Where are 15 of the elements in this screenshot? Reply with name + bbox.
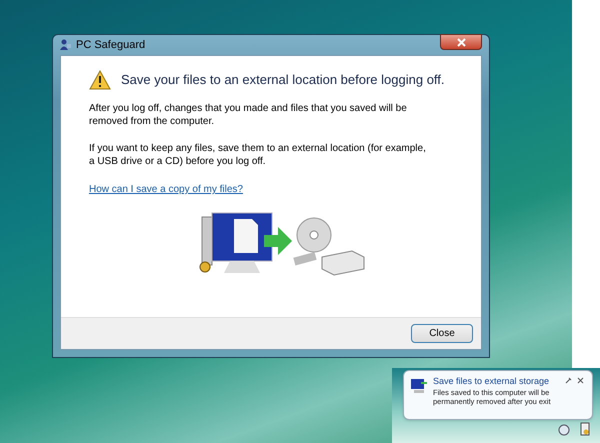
user-icon bbox=[60, 39, 72, 51]
dialog-heading: Save your files to an external location before logging off. bbox=[121, 71, 445, 90]
body-text: After you log off, changes that you made and files that you saved will be removed from the computer. bbox=[89, 102, 408, 128]
dialog-button[interactable]: Close bbox=[411, 324, 473, 343]
computer-icon bbox=[410, 378, 428, 394]
window-title: PC Safeguard bbox=[76, 38, 146, 53]
help-link[interactable]: How can I save a copy of my files? bbox=[89, 182, 243, 197]
close-icon bbox=[456, 38, 466, 46]
notification-title: Save files to external storage bbox=[433, 375, 550, 387]
tray-icon[interactable] bbox=[580, 422, 590, 436]
options-icon bbox=[565, 377, 572, 384]
close-button[interactable] bbox=[440, 34, 482, 50]
body-text: If you want to keep any files, save them to an external location (for example, a USB drive or a CD) before you log off. bbox=[89, 142, 427, 168]
warning-icon bbox=[89, 70, 111, 90]
close-icon[interactable] bbox=[577, 377, 584, 384]
